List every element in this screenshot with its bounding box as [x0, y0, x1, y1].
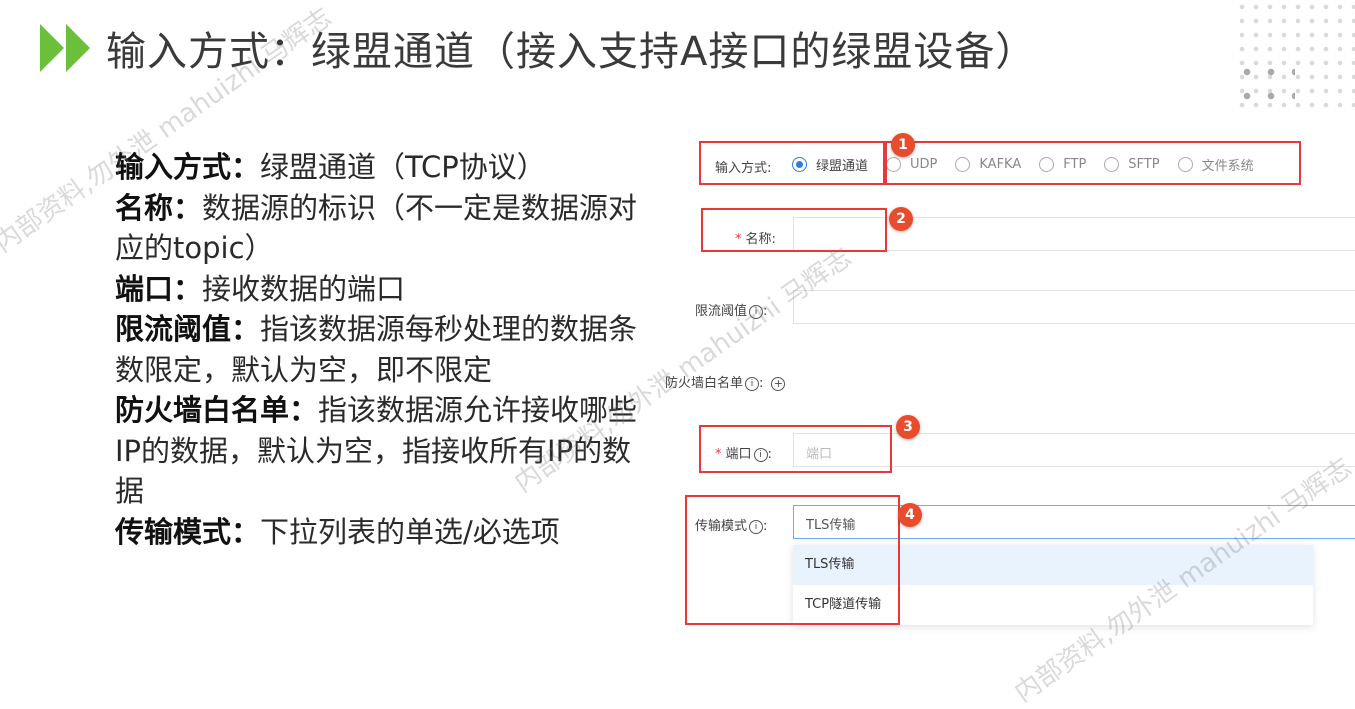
- rate-limit-label: 限流阈值 i:: [695, 300, 767, 319]
- description-item: 名称：数据源的标识（不一定是数据源对应的topic）: [115, 188, 655, 269]
- description-term: 输入方式：: [115, 150, 261, 184]
- annotation-box-2: [701, 208, 887, 252]
- whitelist-label-text: 防火墙白名单: [665, 376, 744, 391]
- datasource-form: 输入方式: 绿盟通道 UDP KAFKA FTP SFTP 文件系统 * 名称: …: [655, 125, 1355, 645]
- annotation-box-4: [685, 495, 900, 625]
- decorative-dots: [1235, 60, 1295, 110]
- annotation-badge-3: 3: [896, 415, 920, 439]
- rate-limit-input[interactable]: [793, 290, 1355, 324]
- description-item: 传输模式：下拉列表的单选/必选项: [115, 512, 655, 553]
- whitelist-label: 防火墙白名单 i: +: [665, 372, 786, 391]
- chevron-right-icon: [40, 24, 64, 72]
- annotation-box-1: [699, 141, 885, 185]
- description-list: 输入方式：绿盟通道（TCP协议） 名称：数据源的标识（不一定是数据源对应的top…: [115, 147, 655, 552]
- info-icon[interactable]: i: [749, 304, 764, 319]
- description-term: 传输模式：: [115, 514, 261, 549]
- annotation-box-3: [699, 425, 892, 473]
- rate-limit-label-text: 限流阈值: [695, 304, 748, 319]
- description-term: 名称：: [115, 190, 203, 225]
- description-text: 接收数据的端口: [202, 271, 406, 306]
- slide-header: 输入方式：绿盟通道（接入支持A接口的绿盟设备）: [40, 18, 1036, 78]
- description-text: 绿盟通道（TCP协议）: [260, 150, 546, 184]
- description-term: 限流阈值：: [115, 312, 261, 346]
- annotation-box-1b: [885, 141, 1301, 185]
- description-item: 防火墙白名单：指该数据源允许接收哪些IP的数据，默认为空，指接收所有IP的数据: [115, 390, 655, 512]
- description-item: 端口：接收数据的端口: [115, 269, 655, 310]
- description-item: 限流阈值：指该数据源每秒处理的数据条数限定，默认为空，即不限定: [115, 309, 655, 390]
- description-term: 端口：: [115, 271, 203, 306]
- chevron-right-icon: [66, 24, 90, 72]
- slide-title: 输入方式：绿盟通道（接入支持A接口的绿盟设备）: [106, 29, 1037, 75]
- add-whitelist-icon[interactable]: +: [771, 376, 786, 391]
- info-icon[interactable]: i: [745, 376, 760, 391]
- colon: :: [759, 376, 764, 391]
- annotation-badge-4: 4: [898, 503, 922, 527]
- description-term: 防火墙白名单：: [115, 393, 319, 427]
- annotation-badge-2: 2: [889, 207, 913, 231]
- description-item: 输入方式：绿盟通道（TCP协议）: [115, 147, 655, 188]
- annotation-badge-1: 1: [891, 133, 915, 157]
- colon: :: [763, 304, 768, 319]
- description-text: 下拉列表的单选/必选项: [260, 514, 560, 549]
